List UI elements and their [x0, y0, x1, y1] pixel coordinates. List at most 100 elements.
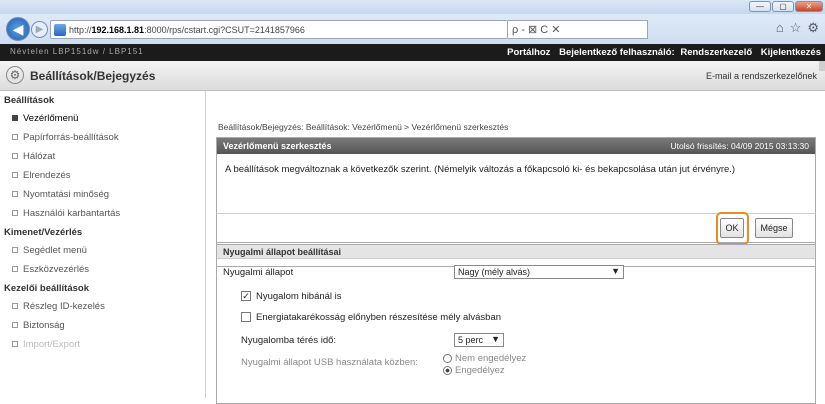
chevron-down-icon: ▼	[491, 334, 500, 344]
sleep-on-error-label: Nyugalom hibánál is	[256, 291, 342, 302]
url-tools-icons[interactable]: ρ - ⊠ C ✕	[512, 23, 561, 36]
sleep-panel-title: Nyugalmi állapot beállításai	[217, 245, 815, 259]
sidebar-item-label: Nyomtatási minőség	[23, 189, 110, 200]
chevron-down-icon: ▼	[611, 266, 620, 276]
sidebar-item-label: Hálózat	[23, 151, 56, 162]
url-prefix: http://	[69, 24, 92, 35]
forward-arrow-icon: ▶	[35, 24, 44, 35]
sidebar-item-import-export[interactable]: Import/Export	[0, 335, 205, 354]
usb-option-enable-label: Engedélyez	[455, 365, 505, 376]
url-text: http://192.168.1.81:8000/rps/cstart.cgi?…	[69, 25, 305, 35]
bullet-icon	[12, 210, 18, 217]
star-icon[interactable]: ☆	[790, 20, 802, 36]
login-user-label: Bejelentkező felhasználó:	[559, 47, 675, 58]
sidebar-item-label: Eszközvezérlés	[23, 264, 89, 275]
radio-enable[interactable]	[443, 365, 452, 375]
breadcrumb: Beállítások/Bejegyzés: Beállítások: Vezé…	[218, 122, 509, 132]
sidebar-item-label: Biztonság	[23, 320, 65, 331]
url-field[interactable]: http://192.168.1.81:8000/rps/cstart.cgi?…	[50, 20, 508, 39]
sidebar: Beállítások Vezérlőmenü Papírforrás-beál…	[0, 91, 206, 398]
sidebar-item-label: Import/Export	[23, 339, 81, 350]
sleep-mode-label: Nyugalmi állapot	[223, 267, 294, 278]
sleep-mode-value: Nagy (mély alvás)	[458, 267, 531, 277]
back-button[interactable]: ◀	[6, 17, 30, 41]
last-updated: Utolsó frissítés: 04/09 2015 03:13:30	[670, 141, 809, 151]
sleep-time-select[interactable]: 5 perc ▼	[454, 333, 504, 347]
forward-button[interactable]: ▶	[31, 21, 48, 38]
gear-icon[interactable]: ⚙	[807, 20, 819, 36]
sidebar-item-label: Használói karbantartás	[23, 208, 121, 219]
home-icon[interactable]: ⌂	[776, 20, 784, 36]
bullet-icon	[12, 191, 18, 198]
sidebar-item-label: Segédlet menü	[23, 245, 87, 256]
mail-admin-link[interactable]: E-mail a rendszerkezelőnek	[706, 71, 817, 81]
sleep-time-label: Nyugalomba térés idő:	[241, 335, 337, 346]
portal-link[interactable]: Portálhoz	[507, 47, 550, 58]
usb-option-disable[interactable]: Nem engedélyez	[443, 353, 526, 364]
radio-disable[interactable]	[443, 353, 452, 363]
ok-button[interactable]: OK	[720, 218, 744, 238]
sidebar-item-device-control[interactable]: Eszközvezérlés	[0, 260, 205, 279]
url-host: 192.168.1.81	[91, 24, 145, 35]
bullet-icon	[12, 322, 18, 329]
sleep-time-value: 5 perc	[458, 335, 484, 345]
login-user-name: Rendszerkezelő	[680, 47, 753, 58]
energy-saving-label: Energiatakarékosság előnyben részesítése…	[256, 312, 502, 323]
sidebar-item-network[interactable]: Hálózat	[0, 147, 205, 166]
edit-panel-header: Vezérlőmenü szerkesztés Utolsó frissítés…	[217, 138, 815, 154]
button-row: OK Mégse	[216, 212, 816, 245]
sidebar-item-user-maintenance[interactable]: Használói karbantartás	[0, 204, 205, 223]
window-controls: — ▢ ✕	[749, 1, 823, 12]
bullet-icon	[12, 153, 18, 160]
usb-option-enable[interactable]: Engedélyez	[443, 365, 505, 376]
url-path: :8000/rps/cstart.cgi?CSUT=2141857966	[144, 24, 305, 35]
address-bar-area: ◀ ▶ http://192.168.1.81:8000/rps/cstart.…	[0, 14, 825, 44]
page-header: ⚙ Beállítások/Bejegyzés E-mail a rendsze…	[0, 61, 825, 91]
bullet-icon	[12, 134, 18, 141]
sidebar-item-label: Vezérlőmenü	[23, 113, 79, 124]
usb-sleep-label: Nyugalmi állapot USB használata közben:	[241, 357, 418, 368]
sidebar-item-layout[interactable]: Elrendezés	[0, 166, 205, 185]
bullet-icon	[12, 172, 18, 179]
sidebar-heading-output-control: Kimenet/Vezérlés	[4, 227, 83, 238]
edit-panel-title: Vezérlőmenü szerkesztés	[223, 141, 332, 151]
window-titlebar: — ▢ ✕	[0, 0, 825, 14]
sidebar-item-help-menu[interactable]: Segédlet menü	[0, 241, 205, 260]
bullet-icon	[12, 247, 18, 254]
settings-gear-icon: ⚙	[6, 66, 24, 84]
sleep-on-error-checkbox[interactable]: ✓	[241, 291, 251, 302]
sidebar-heading-admin-settings: Kezelői beállítások	[4, 283, 90, 294]
bullet-icon	[12, 115, 18, 122]
sidebar-item-print-quality[interactable]: Nyomtatási minőség	[0, 185, 205, 204]
sidebar-item-paper-source[interactable]: Papírforrás-beállítások	[0, 128, 205, 147]
page-title: Beállítások/Bejegyzés	[30, 69, 156, 83]
logout-link[interactable]: Kijelentkezés	[761, 47, 821, 58]
device-name: Névtelen LBP151dw / LBP151	[10, 47, 144, 56]
sidebar-item-label: Részleg ID-kezelés	[23, 301, 105, 312]
sleep-on-error-row[interactable]: ✓ Nyugalom hibánál is	[241, 291, 342, 302]
scrollbar[interactable]	[819, 61, 825, 71]
sidebar-item-control-menu[interactable]: Vezérlőmenü	[0, 109, 205, 128]
energy-saving-row[interactable]: Energiatakarékosság előnyben részesítése…	[241, 312, 501, 323]
energy-saving-checkbox[interactable]	[241, 312, 251, 323]
sidebar-item-label: Papírforrás-beállítások	[23, 132, 119, 143]
main-content: Beállítások/Bejegyzés: Beállítások: Vezé…	[212, 91, 820, 404]
remote-ui-topbar: Névtelen LBP151dw / LBP151 Portálhoz Bej…	[0, 44, 825, 61]
favicon-icon	[54, 23, 66, 36]
sleep-settings-panel: Nyugalmi állapot beállításai Nyugalmi ál…	[216, 244, 816, 404]
sidebar-item-label: Elrendezés	[23, 170, 71, 181]
maximize-button[interactable]: ▢	[772, 1, 794, 12]
back-arrow-icon: ◀	[12, 20, 24, 37]
minimize-button[interactable]: —	[749, 1, 771, 12]
sidebar-item-security[interactable]: Biztonság	[0, 316, 205, 335]
close-window-button[interactable]: ✕	[795, 1, 823, 12]
sidebar-heading-settings: Beállítások	[4, 95, 55, 106]
sleep-mode-select[interactable]: Nagy (mély alvás) ▼	[454, 265, 624, 279]
usb-option-disable-label: Nem engedélyez	[455, 353, 527, 364]
url-tools[interactable]: ρ - ⊠ C ✕	[508, 20, 648, 39]
topbar-links: Portálhoz Bejelentkező felhasználó: Rend…	[501, 47, 821, 58]
sidebar-item-dept-id[interactable]: Részleg ID-kezelés	[0, 297, 205, 316]
cancel-button[interactable]: Mégse	[755, 218, 793, 238]
edit-panel-message: A beállítások megváltoznak a következők …	[225, 164, 736, 175]
bullet-icon	[12, 303, 18, 310]
